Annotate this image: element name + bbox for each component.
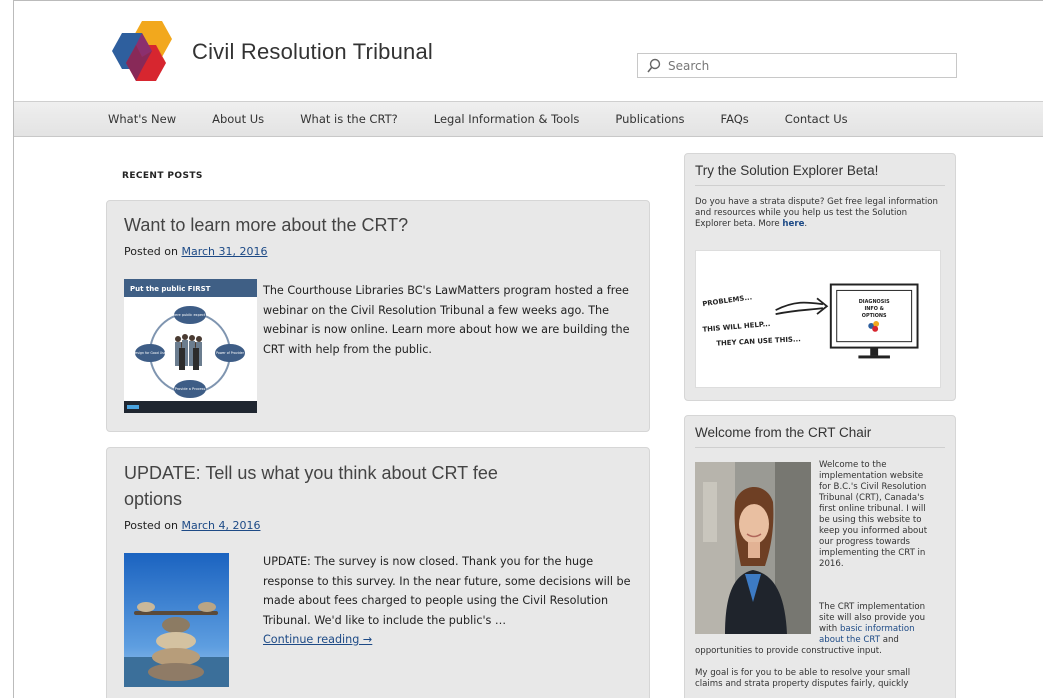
crt-logo[interactable] bbox=[104, 19, 174, 87]
welcome-line: implementing the CRT in bbox=[819, 548, 926, 558]
welcome-line: our progress towards bbox=[819, 537, 911, 547]
chair-portrait bbox=[695, 462, 811, 634]
welcome-line: My goal is for you to be able to resolve… bbox=[695, 668, 911, 678]
welcome-paragraph-2-end: opportunities to provide constructive in… bbox=[695, 646, 882, 656]
welcome-line: claims and strata property disputes fair… bbox=[695, 679, 909, 689]
nav-contact-us[interactable]: Contact Us bbox=[785, 112, 848, 126]
welcome-line: first online tribunal. I will bbox=[819, 504, 926, 514]
widget-divider bbox=[695, 185, 945, 186]
svg-text:DIAGNOSIS: DIAGNOSIS bbox=[859, 299, 890, 305]
nav-about-us[interactable]: About Us bbox=[212, 112, 264, 126]
nav-publications[interactable]: Publications bbox=[615, 112, 684, 126]
posted-on-label: Posted on bbox=[124, 519, 178, 532]
search-icon bbox=[647, 58, 661, 73]
post-title-line-1[interactable]: UPDATE: Tell us what you think about CRT… bbox=[124, 459, 498, 487]
recent-posts-heading: RECENT POSTS bbox=[122, 171, 203, 181]
widget-title: Try the Solution Explorer Beta! bbox=[695, 163, 879, 178]
solution-explorer-widget: Try the Solution Explorer Beta! Do you h… bbox=[684, 153, 956, 401]
welcome-line: and bbox=[882, 635, 899, 645]
svg-text:THIS WILL HELP...: THIS WILL HELP... bbox=[702, 320, 771, 334]
post-date-link[interactable]: March 4, 2016 bbox=[181, 519, 260, 532]
widget-divider bbox=[695, 447, 945, 448]
search-box[interactable] bbox=[637, 53, 957, 78]
svg-text:INFO &: INFO & bbox=[864, 306, 884, 312]
balance-stones-thumbnail[interactable] bbox=[124, 553, 229, 687]
site-title[interactable]: Civil Resolution Tribunal bbox=[192, 39, 433, 65]
explorer-description: Do you have a strata dispute? Get free l… bbox=[695, 197, 938, 229]
main-nav: What's New About Us What is the CRT? Leg… bbox=[14, 101, 1043, 137]
welcome-line: Tribunal (CRT), Canada's bbox=[819, 493, 924, 503]
svg-text:Put the public FIRST: Put the public FIRST bbox=[130, 285, 211, 293]
nav-whats-new[interactable]: What's New bbox=[108, 112, 176, 126]
svg-text:OPTIONS: OPTIONS bbox=[862, 313, 887, 319]
svg-text:Power of Provider: Power of Provider bbox=[216, 351, 245, 355]
post-card: UPDATE: Tell us what you think about CRT… bbox=[106, 447, 650, 698]
welcome-line: site will also provide you bbox=[819, 613, 926, 623]
post-excerpt: The Courthouse Libraries BC's LawMatters… bbox=[263, 284, 630, 356]
welcome-line: Welcome to the bbox=[819, 460, 887, 470]
post-excerpt-text: UPDATE: The survey is now closed. Thank … bbox=[263, 555, 631, 627]
widget-title: Welcome from the CRT Chair bbox=[695, 425, 872, 440]
welcome-line: keep you informed about bbox=[819, 526, 928, 536]
widget-text: Do you have a strata dispute? Get free l… bbox=[695, 197, 938, 229]
posted-on-label: Posted on bbox=[124, 245, 178, 258]
webinar-thumbnail[interactable]: Put the public FIRST Where public expect… bbox=[124, 279, 257, 413]
post-card: Want to learn more about the CRT? Posted… bbox=[106, 200, 650, 432]
welcome-line: be using this website to bbox=[819, 515, 922, 525]
explorer-here-link[interactable]: here bbox=[782, 219, 804, 229]
svg-text:PROBLEMS...: PROBLEMS... bbox=[702, 293, 753, 308]
welcome-paragraph-2: The CRT implementation site will also pr… bbox=[819, 602, 949, 646]
browser-viewport: Civil Resolution Tribunal What's New Abo… bbox=[13, 0, 1043, 698]
post-date-link[interactable]: March 31, 2016 bbox=[181, 245, 267, 258]
search-input[interactable] bbox=[668, 58, 948, 73]
post-title[interactable]: Want to learn more about the CRT? bbox=[124, 211, 408, 239]
continue-reading-link[interactable]: Continue reading → bbox=[263, 633, 372, 646]
welcome-line: 2016. bbox=[819, 559, 844, 569]
nav-what-is-crt[interactable]: What is the CRT? bbox=[300, 112, 398, 126]
welcome-line: The CRT implementation bbox=[819, 602, 926, 612]
svg-text:Provide a Process: Provide a Process bbox=[175, 387, 206, 391]
post-meta: Posted on March 31, 2016 bbox=[124, 245, 267, 258]
post-title-line-2[interactable]: options bbox=[124, 485, 182, 513]
welcome-line: with bbox=[819, 624, 838, 634]
basic-info-link-cont[interactable]: about the CRT bbox=[819, 635, 880, 645]
svg-text:Where public expect it?: Where public expect it? bbox=[169, 313, 210, 317]
nav-legal-info-tools[interactable]: Legal Information & Tools bbox=[434, 112, 580, 126]
welcome-chair-widget: Welcome from the CRT Chair Welcome to th… bbox=[684, 415, 956, 698]
solution-explorer-illustration[interactable]: PROBLEMS... THIS WILL HELP... THEY CAN U… bbox=[695, 250, 941, 388]
post-meta: Posted on March 4, 2016 bbox=[124, 519, 260, 532]
nav-faqs[interactable]: FAQs bbox=[721, 112, 749, 126]
site-header: Civil Resolution Tribunal bbox=[14, 1, 1043, 101]
svg-text:THEY CAN USE THIS...: THEY CAN USE THIS... bbox=[716, 335, 801, 347]
basic-info-link[interactable]: basic information bbox=[840, 624, 915, 634]
svg-text:Design for Good User: Design for Good User bbox=[133, 351, 168, 355]
post-excerpt: UPDATE: The survey is now closed. Thank … bbox=[263, 552, 638, 650]
welcome-line: implementation website bbox=[819, 471, 924, 481]
welcome-line: for B.C.'s Civil Resolution bbox=[819, 482, 927, 492]
welcome-paragraph-1: Welcome to the implementation website fo… bbox=[819, 460, 949, 570]
welcome-paragraph-3: My goal is for you to be able to resolve… bbox=[695, 668, 950, 690]
